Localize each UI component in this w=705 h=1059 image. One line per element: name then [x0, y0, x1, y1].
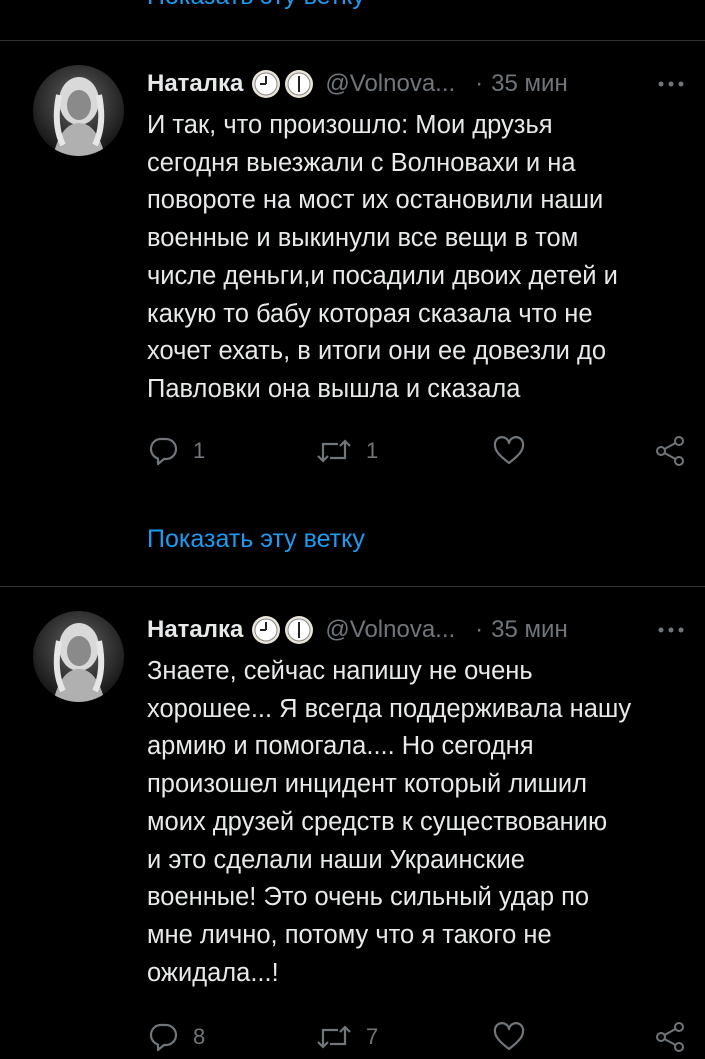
heart-icon [493, 436, 525, 465]
share-button[interactable] [654, 435, 686, 467]
badges [251, 69, 317, 99]
reply-button[interactable]: 1 [147, 435, 205, 467]
timestamp[interactable]: 35 мин [491, 70, 568, 98]
tweet-text: И так, что произошло: Мои друзья сегодня… [147, 111, 618, 403]
retweet-icon [317, 439, 351, 463]
retweet-icon [317, 1025, 351, 1049]
author-name[interactable]: Наталка [147, 616, 243, 644]
avatar[interactable] [33, 611, 124, 702]
share-icon [656, 436, 684, 466]
tweet-text: Знаете, сейчас напишу не очень хорошее..… [147, 657, 632, 987]
like-button[interactable] [492, 1021, 540, 1053]
more-dots-icon[interactable] [655, 618, 687, 642]
separator-dot: · [475, 70, 484, 97]
author-name[interactable]: Наталка [147, 70, 243, 98]
separator-dot: · [475, 616, 484, 643]
heart-icon [493, 1022, 525, 1051]
avatar[interactable] [33, 65, 124, 156]
clock-icon [252, 70, 281, 98]
reply-count: 8 [193, 1024, 206, 1049]
tweet-header: Наталка @Volnova... · 35 мин [147, 68, 568, 100]
clock-icon [285, 70, 314, 98]
author-handle[interactable]: @Volnova... [325, 616, 455, 644]
tweet[interactable]: Наталка @Volnova... · 35 мин Знаете, сей… [0, 587, 705, 1052]
reply-count: 1 [193, 438, 206, 463]
reply-icon [149, 437, 178, 466]
tweet[interactable]: Наталка @Volnova... · 35 мин И так, что … [0, 41, 705, 586]
badges [251, 615, 317, 645]
more-dots-icon[interactable] [655, 72, 687, 96]
share-button[interactable] [654, 1021, 686, 1053]
retweet-button[interactable]: 7 [316, 1021, 378, 1053]
clock-icon [252, 616, 281, 644]
action-bar: 8 7 [0, 1019, 705, 1059]
retweet-count: 1 [366, 438, 379, 463]
share-icon [656, 1022, 684, 1052]
action-bar: 1 1 [0, 433, 705, 473]
show-thread-link-top[interactable]: Показать эту ветку [147, 0, 365, 9]
reply-button[interactable]: 8 [147, 1021, 205, 1053]
like-button[interactable] [492, 435, 540, 467]
author-handle[interactable]: @Volnova... [325, 70, 455, 98]
clock-icon [285, 616, 314, 644]
tweet-header: Наталка @Volnova... · 35 мин [147, 614, 568, 646]
retweet-button[interactable]: 1 [316, 435, 378, 467]
timestamp[interactable]: 35 мин [491, 616, 568, 644]
retweet-count: 7 [366, 1024, 379, 1049]
reply-icon [149, 1023, 178, 1052]
show-thread-link[interactable]: Показать эту ветку [147, 525, 365, 554]
